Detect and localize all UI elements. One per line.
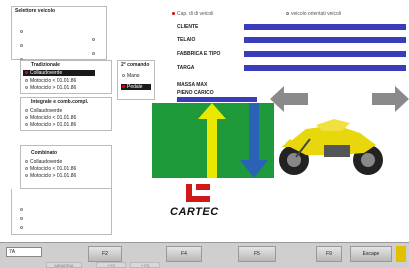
f2-button[interactable]: F2: [88, 246, 122, 262]
f9-button[interactable]: F9: [316, 246, 342, 262]
comando-item-pedale[interactable]: Pedale: [121, 84, 151, 90]
field-label-targa: TARGA: [177, 65, 195, 71]
field-cliente[interactable]: [244, 24, 406, 30]
combinato-item-3[interactable]: Motociclo > 01.01.86: [25, 173, 76, 179]
f5-button[interactable]: F5: [238, 246, 276, 262]
mass-full-label: PIENO CARICO: [177, 90, 214, 96]
combinato-title: Combinato: [31, 150, 58, 156]
mass-max-label: MASSA MAX: [177, 82, 208, 88]
top-option-2[interactable]: veicolo orientati veicoli: [286, 11, 341, 17]
shift-f3-key[interactable]: + F3: [130, 262, 160, 268]
field-telaio[interactable]: [244, 37, 406, 43]
extra-radio-3[interactable]: [20, 219, 25, 237]
tradizionale-title: Tradizionale: [31, 62, 60, 68]
brand-name: CARTEC: [170, 206, 219, 218]
top-option-1[interactable]: Cap. di di veicoli: [172, 11, 213, 17]
field-fabbrica[interactable]: [244, 51, 406, 57]
integrale-panel: Integrale e comb.compl. Collaudoverde Mo…: [20, 97, 112, 131]
selector-title: Selettore veicolo: [15, 8, 56, 14]
comando-panel: 2° comando Mano Pedale: [117, 60, 155, 100]
field-label-telaio: TELAIO: [177, 37, 196, 43]
tradizionale-item-1[interactable]: Collaudoverde: [23, 70, 95, 76]
comando-title: 2° comando: [121, 62, 150, 68]
arrow-left-icon[interactable]: [270, 86, 308, 112]
motorcycle-image: [279, 119, 383, 175]
combinato-panel: Combinato Collaudoverde Motociclo < 01.0…: [20, 145, 112, 189]
extra-options-panel: [11, 189, 112, 235]
tradizionale-item-2[interactable]: Motociclo < 01.01.86: [25, 78, 76, 84]
tradizionale-panel: Tradizionale Collaudoverde Motociclo < 0…: [20, 60, 112, 94]
direction-indicator: [152, 103, 274, 178]
mass-field[interactable]: [177, 97, 257, 102]
arrow-right-icon[interactable]: [372, 86, 409, 112]
field-label-fabbrica: FABBRICA E TIPO: [177, 51, 221, 57]
field-label-cliente: CLIENTE: [177, 24, 199, 30]
tradizionale-item-3[interactable]: Motociclo > 01.01.86: [25, 85, 76, 91]
field-targa[interactable]: [244, 65, 406, 71]
shift-f2-key[interactable]: + F2: [96, 262, 126, 268]
memoria-key[interactable]: MEMORIA: [46, 262, 82, 268]
cartec-logo-icon: [186, 184, 210, 202]
status-indicator: [396, 246, 406, 262]
integrale-item-2[interactable]: Motociclo < 01.01.86: [25, 115, 76, 121]
vehicle-selector-panel: Selettore veicolo: [11, 6, 107, 62]
command-input[interactable]: 7A: [6, 247, 42, 257]
arrow-up-icon: [198, 103, 226, 178]
escape-button[interactable]: Escape: [350, 246, 392, 262]
comando-item-mano[interactable]: Mano: [122, 73, 140, 79]
f4-button[interactable]: F4: [166, 246, 202, 262]
combinato-item-1[interactable]: Collaudoverde: [25, 159, 62, 165]
combinato-item-2[interactable]: Motociclo < 01.01.86: [25, 166, 76, 172]
integrale-item-1[interactable]: Collaudoverde: [25, 108, 62, 114]
arrow-down-icon: [240, 103, 268, 178]
integrale-title: Integrale e comb.compl.: [31, 99, 89, 105]
integrale-item-3[interactable]: Motociclo > 01.01.86: [25, 122, 76, 128]
